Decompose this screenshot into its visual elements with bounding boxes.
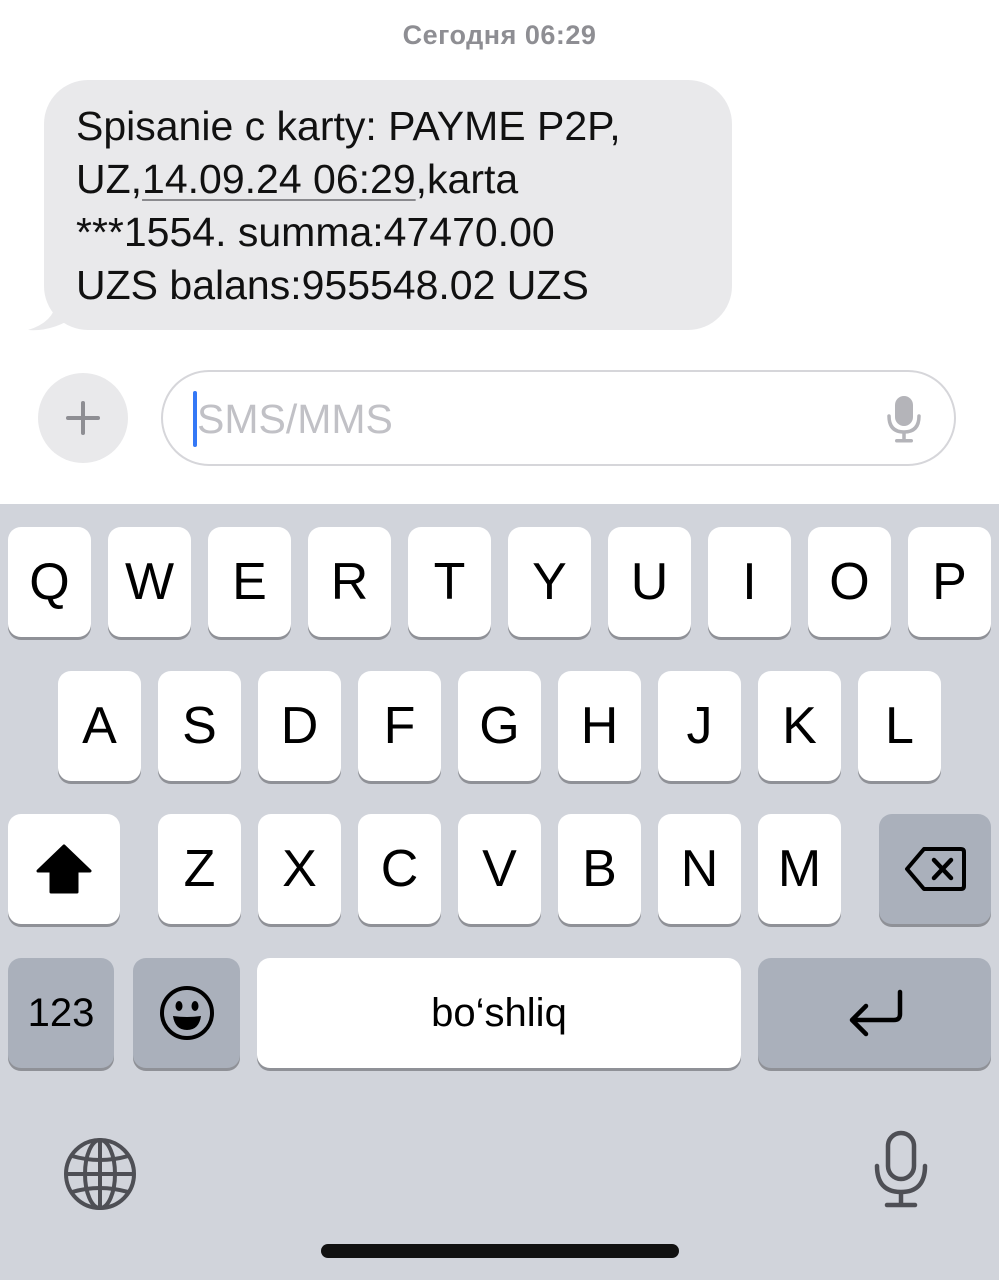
message-text: UZ,: [76, 156, 143, 202]
key-f[interactable]: F: [358, 671, 441, 781]
key-m[interactable]: M: [758, 814, 841, 924]
key-v[interactable]: V: [458, 814, 541, 924]
key-p[interactable]: P: [908, 527, 991, 637]
key-i[interactable]: I: [708, 527, 791, 637]
message-input-placeholder: SMS/MMS: [197, 396, 393, 442]
date-link[interactable]: 14.09.24 06:29: [142, 156, 416, 202]
key-a[interactable]: A: [58, 671, 141, 781]
key-z[interactable]: Z: [158, 814, 241, 924]
return-key[interactable]: [758, 958, 991, 1068]
return-arrow-icon: [849, 989, 902, 1037]
message-input[interactable]: SMS/MMS: [161, 370, 956, 466]
dictation-mic-icon[interactable]: [872, 1130, 930, 1210]
backspace-key[interactable]: [879, 814, 991, 924]
space-key[interactable]: bo‘shliq: [257, 958, 741, 1068]
key-d[interactable]: D: [258, 671, 341, 781]
incoming-message-bubble[interactable]: Spisanie c karty: PAYME P2P, UZ,14.09.24…: [44, 80, 732, 330]
message-line: UZ,14.09.24 06:29,karta: [76, 153, 702, 206]
conversation-timestamp: Сегодня 06:29: [402, 20, 597, 50]
key-n[interactable]: N: [658, 814, 741, 924]
numbers-key[interactable]: 123: [8, 958, 114, 1068]
key-j[interactable]: J: [658, 671, 741, 781]
key-o[interactable]: O: [808, 527, 891, 637]
key-w[interactable]: W: [108, 527, 191, 637]
shift-arrow-icon: [36, 844, 92, 894]
key-k[interactable]: K: [758, 671, 841, 781]
key-s[interactable]: S: [158, 671, 241, 781]
message-text: ,karta: [415, 156, 519, 202]
shift-key[interactable]: [8, 814, 120, 924]
key-u[interactable]: U: [608, 527, 691, 637]
backspace-icon: [905, 847, 966, 891]
key-x[interactable]: X: [258, 814, 341, 924]
message-line: Spisanie c karty: PAYME P2P,: [76, 103, 621, 149]
messages-screen: Сегодня 06:29 Spisanie c karty: PAYME P2…: [0, 0, 999, 1280]
key-b[interactable]: B: [558, 814, 641, 924]
add-attachment-button[interactable]: [38, 373, 128, 463]
key-r[interactable]: R: [308, 527, 391, 637]
message-line: UZS balans:955548.02 UZS: [76, 262, 589, 308]
message-line: ***1554. summa:47470.00: [76, 209, 555, 255]
key-t[interactable]: T: [408, 527, 491, 637]
key-q[interactable]: Q: [8, 527, 91, 637]
key-e[interactable]: E: [208, 527, 291, 637]
key-l[interactable]: L: [858, 671, 941, 781]
home-indicator[interactable]: [321, 1244, 679, 1258]
microphone-icon[interactable]: [886, 394, 922, 444]
key-h[interactable]: H: [558, 671, 641, 781]
globe-icon[interactable]: [62, 1136, 138, 1212]
key-c[interactable]: C: [358, 814, 441, 924]
keyboard: Q W E R T Y U I O P A S D F G H J K L Z …: [0, 504, 999, 1280]
emoji-icon: [159, 986, 214, 1040]
key-g[interactable]: G: [458, 671, 541, 781]
key-y[interactable]: Y: [508, 527, 591, 637]
plus-icon: [66, 401, 100, 435]
emoji-key[interactable]: [133, 958, 240, 1068]
